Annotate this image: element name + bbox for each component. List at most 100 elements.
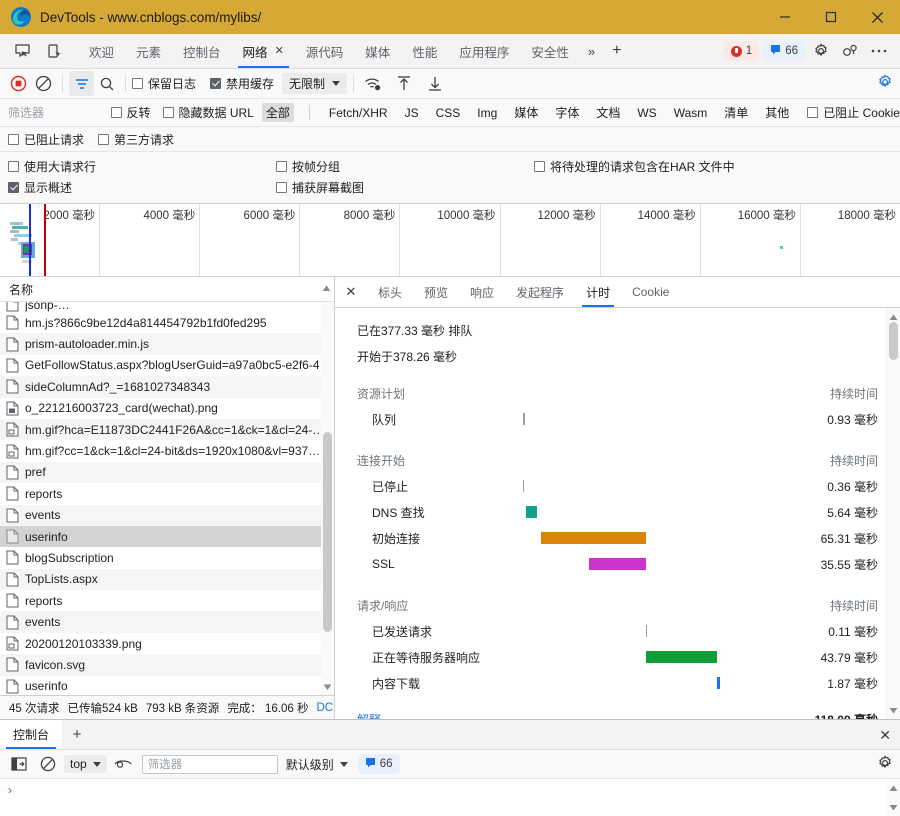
scroll-down-arrow-icon[interactable]	[322, 680, 333, 694]
list-item[interactable]: reports	[0, 590, 334, 612]
more-tabs-icon[interactable]: »	[580, 44, 603, 59]
live-expression-icon[interactable]	[111, 752, 136, 777]
request-list[interactable]: jsonp-… hm.js?866c9be12d4a814454792b1fd0…	[0, 302, 334, 695]
list-item[interactable]: pref	[0, 461, 334, 484]
list-item[interactable]: prism-autoloader.min.js	[0, 333, 334, 355]
minimize-button[interactable]	[762, 0, 808, 34]
list-item[interactable]: hm.gif?hca=E11873DC2441F26A&cc=1&ck=1&cl…	[0, 418, 334, 441]
type-filter-fetchxhr[interactable]: Fetch/XHR	[325, 105, 392, 121]
include-pending-har-checkbox[interactable]: 将待处理的请求包含在HAR 文件中	[534, 158, 735, 175]
filter-icon[interactable]	[69, 71, 94, 96]
close-button[interactable]	[854, 0, 900, 34]
ellipsis-icon[interactable]	[866, 38, 892, 64]
type-filter-css[interactable]: CSS	[432, 105, 465, 121]
clear-console-icon[interactable]	[35, 752, 60, 777]
console-scrollbar[interactable]	[887, 779, 900, 816]
third-party-requests-checkbox[interactable]: 第三方请求	[98, 131, 174, 148]
list-item[interactable]: favicon.svg	[0, 654, 334, 676]
list-item[interactable]: reports	[0, 483, 334, 505]
hide-data-urls-checkbox[interactable]: 隐藏数据 URL	[162, 104, 254, 121]
type-filter-font[interactable]: 字体	[551, 103, 583, 122]
drawer-new-tab-button[interactable]: +	[62, 720, 92, 749]
tab-security[interactable]: 安全性	[520, 34, 580, 68]
list-item[interactable]: events	[0, 504, 334, 526]
gear-icon[interactable]	[808, 38, 834, 64]
console-output[interactable]: ›	[0, 779, 900, 816]
list-item[interactable]: 20200120103339.png	[0, 632, 334, 655]
close-detail-icon[interactable]: ✕	[335, 277, 367, 307]
import-har-icon[interactable]	[391, 71, 416, 96]
show-overview-checkbox[interactable]: 显示概述	[8, 179, 276, 196]
export-har-icon[interactable]	[422, 71, 447, 96]
tab-welcome[interactable]: 欢迎	[78, 34, 125, 68]
big-request-rows-checkbox[interactable]: 使用大请求行	[8, 158, 276, 175]
tab-elements[interactable]: 元素	[125, 34, 172, 68]
filter-input[interactable]: 筛选器	[8, 104, 111, 121]
maximize-button[interactable]	[808, 0, 854, 34]
list-item[interactable]: TopLists.aspx	[0, 568, 334, 591]
device-toolbar-icon[interactable]	[42, 38, 68, 64]
preserve-log-checkbox[interactable]: 保留日志	[132, 75, 196, 92]
new-tab-button[interactable]: +	[603, 43, 630, 59]
scroll-up-arrow-icon[interactable]	[889, 781, 898, 795]
error-count-badge[interactable]: 1	[723, 41, 760, 61]
execution-context-dropdown[interactable]: top	[64, 755, 107, 773]
detail-tab-headers[interactable]: 标头	[367, 277, 413, 307]
list-item[interactable]: o_221216003723_card(wechat).png	[0, 397, 334, 419]
list-item-selected[interactable]: userinfo	[0, 525, 334, 548]
tab-media[interactable]: 媒体	[354, 34, 401, 68]
detail-tab-initiator[interactable]: 发起程序	[505, 277, 575, 307]
message-count-badge[interactable]: 66	[763, 41, 805, 61]
blocked-requests-checkbox[interactable]: 已阻止请求	[8, 131, 84, 148]
console-message-count-badge[interactable]: 66	[357, 754, 400, 774]
detail-tab-timing[interactable]: 计时	[575, 277, 621, 307]
record-stop-icon[interactable]	[6, 71, 31, 96]
network-conditions-icon[interactable]	[360, 71, 385, 96]
list-item[interactable]: events	[0, 611, 334, 633]
scrollbar-thumb[interactable]	[323, 432, 332, 632]
console-filter-input[interactable]: 筛选器	[141, 754, 278, 774]
detail-scrollbar[interactable]	[886, 308, 900, 719]
detail-tab-cookies[interactable]: Cookie	[621, 277, 680, 307]
disable-cache-checkbox[interactable]: 禁用缓存	[210, 75, 274, 92]
type-filter-all[interactable]: 全部	[261, 103, 294, 122]
scroll-down-arrow-icon[interactable]	[889, 703, 898, 717]
request-list-header[interactable]: 名称	[0, 277, 334, 302]
type-filter-ws[interactable]: WS	[633, 105, 660, 121]
tab-sources[interactable]: 源代码	[295, 34, 355, 68]
type-filter-media[interactable]: 媒体	[510, 103, 542, 122]
list-item[interactable]: blogSubscription	[0, 547, 334, 569]
type-filter-js[interactable]: JS	[401, 105, 423, 121]
tab-console[interactable]: 控制台	[172, 34, 232, 68]
invert-checkbox[interactable]: 反转	[110, 104, 151, 121]
type-filter-wasm[interactable]: Wasm	[670, 105, 712, 121]
customize-icon[interactable]	[837, 38, 863, 64]
tab-close-icon[interactable]: ✕	[275, 45, 284, 57]
list-item[interactable]: hm.js?866c9be12d4a814454792b1fd0fed295	[0, 312, 334, 334]
type-filter-img[interactable]: Img	[473, 105, 501, 121]
scroll-down-arrow-icon[interactable]	[889, 800, 898, 814]
log-level-dropdown[interactable]: 默认级别	[286, 756, 348, 773]
network-overview[interactable]: 2000 毫秒 4000 毫秒 6000 毫秒 8000 毫秒 10000 毫秒…	[0, 204, 900, 277]
blocked-cookies-checkbox[interactable]: 已阻止 Cookie	[807, 104, 900, 121]
detail-tab-preview[interactable]: 预览	[413, 277, 459, 307]
capture-screenshots-checkbox[interactable]: 捕获屏幕截图	[276, 179, 534, 196]
clear-icon[interactable]	[31, 71, 56, 96]
drawer-close-icon[interactable]: ✕	[879, 727, 891, 744]
list-item[interactable]: hm.gif?cc=1&ck=1&cl=24-bit&ds=1920x1080&…	[0, 440, 334, 462]
console-settings-gear-icon[interactable]	[877, 755, 900, 774]
scroll-up-arrow-icon[interactable]	[322, 281, 331, 295]
tab-performance[interactable]: 性能	[401, 34, 448, 68]
group-by-frame-checkbox[interactable]: 按帧分组	[276, 158, 534, 175]
list-item[interactable]: sideColumnAd?_=1681027348343	[0, 376, 334, 398]
type-filter-doc[interactable]: 文档	[592, 103, 624, 122]
throttle-dropdown[interactable]: 无限制	[282, 73, 348, 94]
drawer-tab-console[interactable]: 控制台	[0, 720, 63, 749]
tab-network[interactable]: 网络 ✕	[232, 34, 295, 68]
search-icon[interactable]	[94, 71, 119, 96]
network-settings-button[interactable]	[877, 74, 900, 93]
inspect-element-icon[interactable]	[9, 38, 35, 64]
console-sidebar-icon[interactable]	[6, 752, 31, 777]
explanation-link[interactable]: 解释	[357, 711, 507, 720]
scrollbar-thumb[interactable]	[889, 322, 898, 360]
